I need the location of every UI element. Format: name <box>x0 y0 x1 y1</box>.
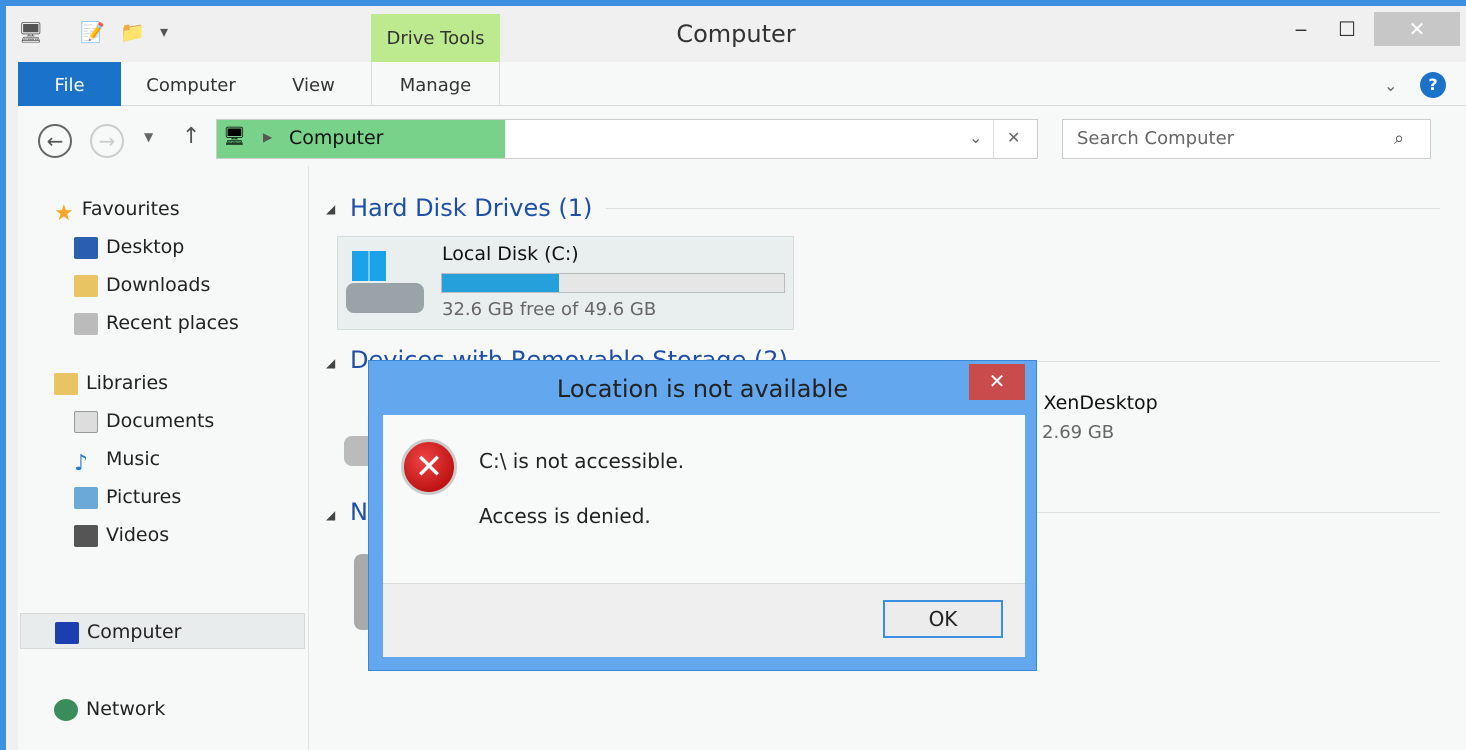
error-message: C:\ is not accessible. <box>479 449 685 473</box>
tab-view[interactable]: View <box>276 62 351 106</box>
error-detail: Access is denied. <box>479 504 651 528</box>
local-disk-name: Local Disk (C:) <box>442 243 579 265</box>
divider <box>606 208 1440 209</box>
title-bar: 🖥 📝 📁 ▾ Drive Tools Computer ‒ ☐ ✕ <box>6 6 1466 64</box>
disk-usage-fill <box>442 274 560 292</box>
label: Computer <box>87 621 182 643</box>
tab-file[interactable]: File <box>18 62 121 106</box>
sidebar-item-desktop[interactable]: Desktop <box>54 232 239 262</box>
sidebar-item-downloads[interactable]: Downloads <box>54 270 239 300</box>
downloads-icon <box>74 274 98 297</box>
label: Music <box>106 448 161 470</box>
tab-computer[interactable]: Computer <box>131 62 251 106</box>
up-button[interactable]: ↑ <box>182 124 200 149</box>
network-icon <box>54 698 78 721</box>
collapse-section-icon[interactable]: ◢ <box>326 508 335 522</box>
minimize-button[interactable]: ‒ <box>1286 12 1316 46</box>
hdd-section-title: Hard Disk Drives (1) <box>350 194 593 222</box>
label: Favourites <box>81 198 180 220</box>
error-dialog: Location is not available ✕ ✕ C:\ is not… <box>368 360 1037 671</box>
star-icon: ★ <box>54 200 74 226</box>
sidebar: ★ Favourites Desktop Downloads Recent pla… <box>54 194 239 550</box>
breadcrumb-chevron-icon[interactable]: ▶ <box>263 130 272 144</box>
window-title: Computer <box>676 20 796 48</box>
disk-usage-bar <box>441 273 785 293</box>
ok-button[interactable]: OK <box>883 600 1003 638</box>
documents-icon <box>74 410 98 433</box>
sidebar-item-network[interactable]: Network <box>54 694 165 724</box>
collapse-removable-icon[interactable]: ◢ <box>326 356 335 370</box>
sidebar-item-libraries[interactable]: Libraries <box>54 368 239 398</box>
removable-item-size: f 2.69 GB <box>1030 422 1115 443</box>
tab-manage[interactable]: Manage <box>371 62 500 106</box>
dialog-footer: OK <box>383 583 1025 657</box>
dialog-close-button[interactable]: ✕ <box>969 364 1025 400</box>
sidebar-item-recent-places[interactable]: Recent places <box>54 308 239 338</box>
sidebar-item-pictures[interactable]: Pictures <box>54 482 239 512</box>
maximize-button[interactable]: ☐ <box>1332 12 1362 46</box>
label: Pictures <box>106 486 182 508</box>
label: Documents <box>106 410 215 432</box>
music-icon: ♪ <box>74 450 89 476</box>
collapse-hdd-icon[interactable]: ◢ <box>326 202 335 216</box>
dialog-body: ✕ C:\ is not accessible. Access is denie… <box>383 415 1025 657</box>
back-button[interactable]: ← <box>38 124 72 158</box>
hard-drive-icon <box>346 251 424 317</box>
local-disk-free-space: 32.6 GB free of 49.6 GB <box>442 299 657 320</box>
label: Desktop <box>106 236 185 258</box>
expand-ribbon-icon[interactable]: ⌄ <box>1384 76 1397 95</box>
pane-divider[interactable] <box>308 166 309 750</box>
forward-button[interactable]: → <box>90 124 124 158</box>
label: Libraries <box>86 372 169 394</box>
label: Network <box>86 698 166 720</box>
close-button[interactable]: ✕ <box>1374 12 1460 46</box>
help-icon[interactable]: ? <box>1420 72 1446 98</box>
computer-icon <box>55 621 79 644</box>
removable-item-name[interactable]: ) XenDesktop <box>1030 392 1158 414</box>
label: Downloads <box>106 274 211 296</box>
label: Recent places <box>106 312 239 334</box>
divider <box>993 120 994 158</box>
sidebar-item-favourites[interactable]: ★ Favourites <box>54 194 239 226</box>
computer-icon: 🖥 <box>223 126 246 147</box>
dialog-title: Location is not available <box>556 375 849 403</box>
search-input[interactable]: Search Computer <box>1062 119 1431 159</box>
desktop-icon <box>74 236 98 259</box>
label: Videos <box>106 524 170 546</box>
pictures-icon <box>74 486 98 509</box>
breadcrumb-computer[interactable]: Computer <box>289 127 383 149</box>
videos-icon <box>74 524 98 547</box>
sidebar-item-music[interactable]: ♪ Music <box>54 444 239 476</box>
recent-locations-icon[interactable]: ▼ <box>144 130 153 144</box>
third-section-title: N <box>350 498 368 526</box>
address-bar[interactable]: 🖥 ▶ Computer ⌄ ✕ <box>216 119 1038 159</box>
sidebar-item-documents[interactable]: Documents <box>54 406 239 436</box>
search-icon[interactable]: ⌕ <box>1394 128 1404 149</box>
error-icon: ✕ <box>401 439 457 495</box>
address-dropdown-icon[interactable]: ⌄ <box>969 128 982 147</box>
local-disk-tile[interactable]: Local Disk (C:) 32.6 GB free of 49.6 GB <box>337 236 794 330</box>
divider <box>1036 512 1440 513</box>
libraries-icon <box>54 372 78 395</box>
sidebar-item-videos[interactable]: Videos <box>54 520 239 550</box>
sidebar-item-computer[interactable]: Computer <box>20 613 305 649</box>
recent-places-icon <box>74 312 98 335</box>
clear-address-icon[interactable]: ✕ <box>1007 128 1020 147</box>
